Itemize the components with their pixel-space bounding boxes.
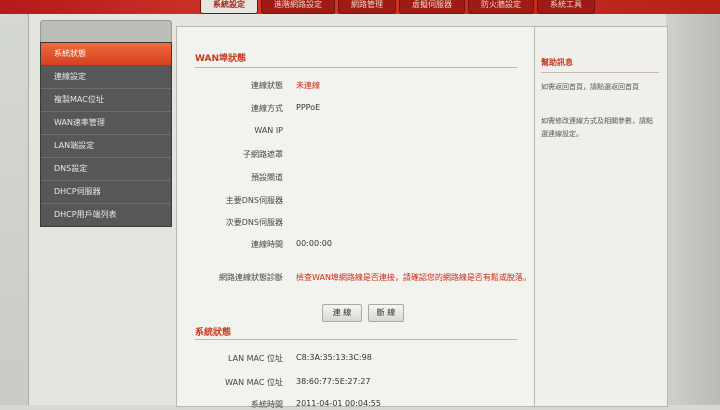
diagnosis-label: 網路連線狀態診斷 bbox=[219, 273, 283, 282]
tab-virtual-server[interactable]: 虛擬伺服器 bbox=[399, 0, 465, 14]
tab-system-settings[interactable]: 系統設定 bbox=[200, 0, 258, 14]
connection-status-value: 未連線 bbox=[296, 81, 320, 90]
system-time-value: 2011-04-01 00:04:55 bbox=[296, 399, 381, 408]
help-panel: 幫助訊息 如需返回首頁，請點選返回首頁 如需修改連線方式及相關參數，請點選連線設… bbox=[534, 26, 668, 407]
tab-advanced-network[interactable]: 進階網路設定 bbox=[261, 0, 335, 14]
subnet-mask-label: 子網路遮罩 bbox=[243, 150, 283, 159]
tab-system-tools[interactable]: 系統工具 bbox=[537, 0, 595, 14]
connection-type-value: PPPoE bbox=[296, 103, 321, 112]
tab-firewall[interactable]: 防火牆設定 bbox=[468, 0, 534, 14]
sidebar: 系統狀態 連線設定 複製MAC位址 WAN速率管理 LAN端設定 DNS設定 D… bbox=[40, 42, 172, 227]
page-right-edge bbox=[666, 14, 720, 405]
diagnosis-message: 檢查WAN埠網路線是否連接，請確認您的網路線是否有鬆或脫落。 bbox=[296, 273, 531, 282]
lan-mac-label: LAN MAC 位址 bbox=[227, 354, 283, 363]
help-text-connection: 如需修改連線方式及相關參數，請點選連線設定。 bbox=[541, 117, 653, 138]
primary-dns-label: 主要DNS伺服器 bbox=[225, 196, 283, 205]
nav-tabs: 系統設定 進階網路設定 網路管理 虛擬伺服器 防火牆設定 系統工具 bbox=[200, 0, 595, 14]
connection-time-value: 00:00:00 bbox=[296, 239, 332, 248]
disconnect-button[interactable]: 斷 線 bbox=[368, 304, 404, 322]
connect-button[interactable]: 連 線 bbox=[322, 304, 362, 322]
system-title-divider bbox=[195, 339, 517, 340]
wan-title-divider bbox=[195, 67, 517, 68]
help-text-home: 如需返回首頁，請點選返回首頁 bbox=[541, 83, 639, 91]
sidebar-item-dhcp-clients[interactable]: DHCP用戶端列表 bbox=[41, 204, 171, 226]
wan-mac-value: 38:60:77:5E:27:27 bbox=[296, 377, 371, 386]
lan-mac-value: C8:3A:35:13:3C:98 bbox=[296, 353, 372, 362]
sidebar-item-dhcp-server[interactable]: DHCP伺服器 bbox=[41, 181, 171, 204]
connection-status-label: 連線狀態 bbox=[251, 81, 283, 90]
sidebar-item-system-status[interactable]: 系統狀態 bbox=[41, 43, 171, 66]
connection-type-label: 連線方式 bbox=[251, 104, 283, 113]
sidebar-item-wan-rate[interactable]: WAN速率管理 bbox=[41, 112, 171, 135]
sidebar-header bbox=[40, 20, 172, 43]
wan-ip-label: WAN IP bbox=[254, 126, 283, 135]
default-gateway-label: 預設閘道 bbox=[251, 173, 283, 182]
tab-network-management[interactable]: 網路管理 bbox=[338, 0, 396, 14]
secondary-dns-label: 次要DNS伺服器 bbox=[225, 218, 283, 227]
sidebar-item-clone-mac[interactable]: 複製MAC位址 bbox=[41, 89, 171, 112]
sidebar-item-dns-settings[interactable]: DNS設定 bbox=[41, 158, 171, 181]
sidebar-item-connection-settings[interactable]: 連線設定 bbox=[41, 66, 171, 89]
sidebar-item-lan-settings[interactable]: LAN端設定 bbox=[41, 135, 171, 158]
wan-mac-label: WAN MAC 位址 bbox=[225, 378, 283, 387]
wan-status-title: WAN埠狀態 bbox=[195, 54, 247, 64]
system-status-title: 系統狀態 bbox=[195, 328, 232, 338]
help-title: 幫助訊息 bbox=[541, 58, 573, 67]
main-panel: WAN埠狀態 連線狀態 未連線 連線方式 PPPoE WAN IP 子網路遮罩 … bbox=[176, 26, 535, 409]
help-divider bbox=[541, 72, 659, 73]
connection-time-label: 連線時間 bbox=[251, 240, 283, 249]
